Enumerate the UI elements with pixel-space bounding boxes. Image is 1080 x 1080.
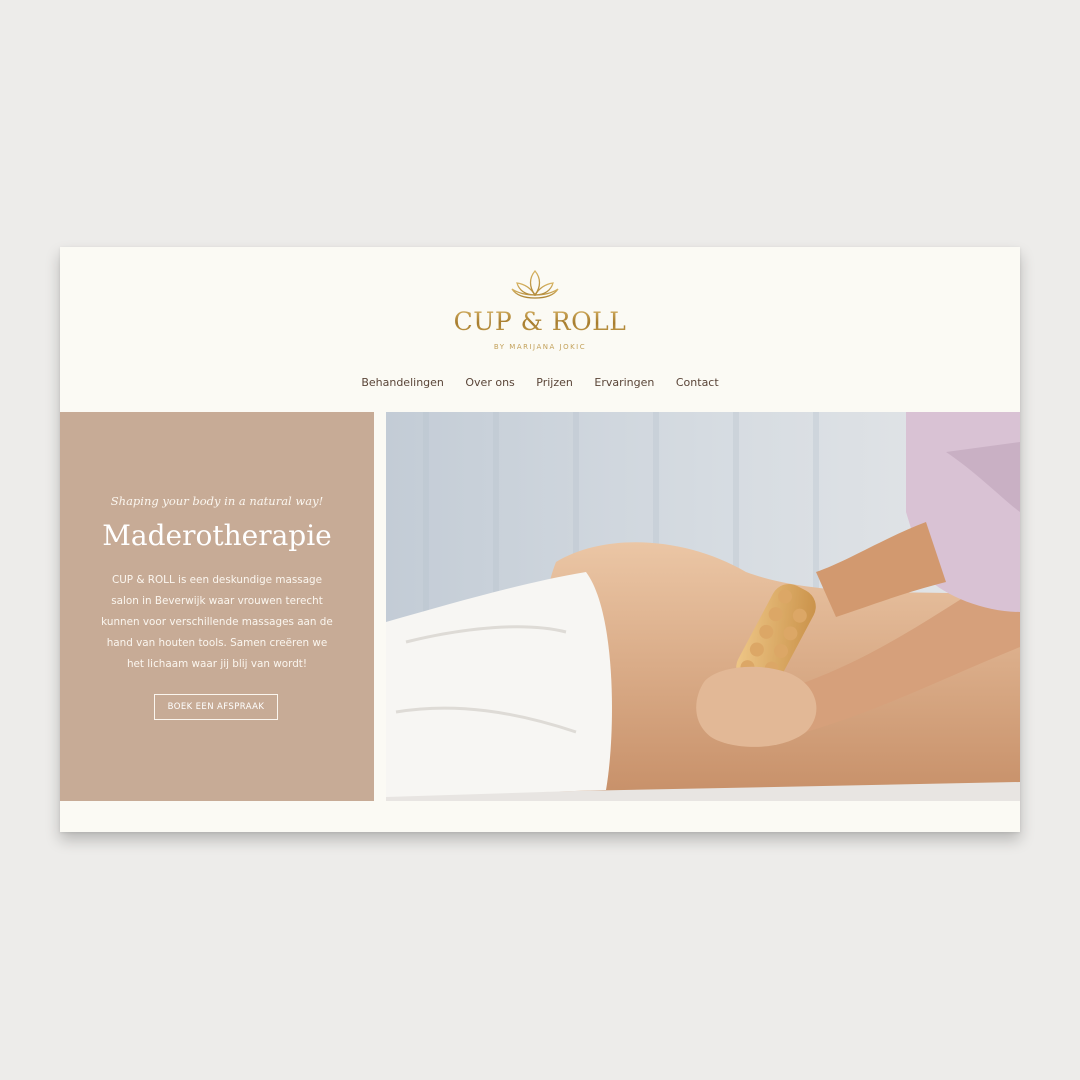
hero-title: Maderotherapie xyxy=(102,519,332,552)
book-appointment-button[interactable]: BOEK EEN AFSPRAAK xyxy=(154,694,278,720)
massage-photo xyxy=(386,412,1020,801)
lotus-icon xyxy=(510,267,560,303)
nav-item-prijzen[interactable]: Prijzen xyxy=(536,376,573,389)
nav-item-behandelingen[interactable]: Behandelingen xyxy=(361,376,444,389)
nav-item-contact[interactable]: Contact xyxy=(676,376,719,389)
brand-subtitle: BY MARIJANA JOKIC xyxy=(493,343,587,351)
hero-tagline: Shaping your body in a natural way! xyxy=(110,494,324,508)
brand-logo-text[interactable]: CUP & ROLL xyxy=(60,307,1020,336)
website-preview-card: CUP & ROLL BY MARIJANA JOKIC Behandeling… xyxy=(60,247,1020,832)
main-navigation: Behandelingen Over ons Prijzen Ervaringe… xyxy=(60,376,1020,389)
nav-item-ervaringen[interactable]: Ervaringen xyxy=(594,376,654,389)
hero-description: CUP & ROLL is een deskundige massage sal… xyxy=(101,574,333,670)
nav-item-over-ons[interactable]: Over ons xyxy=(465,376,514,389)
